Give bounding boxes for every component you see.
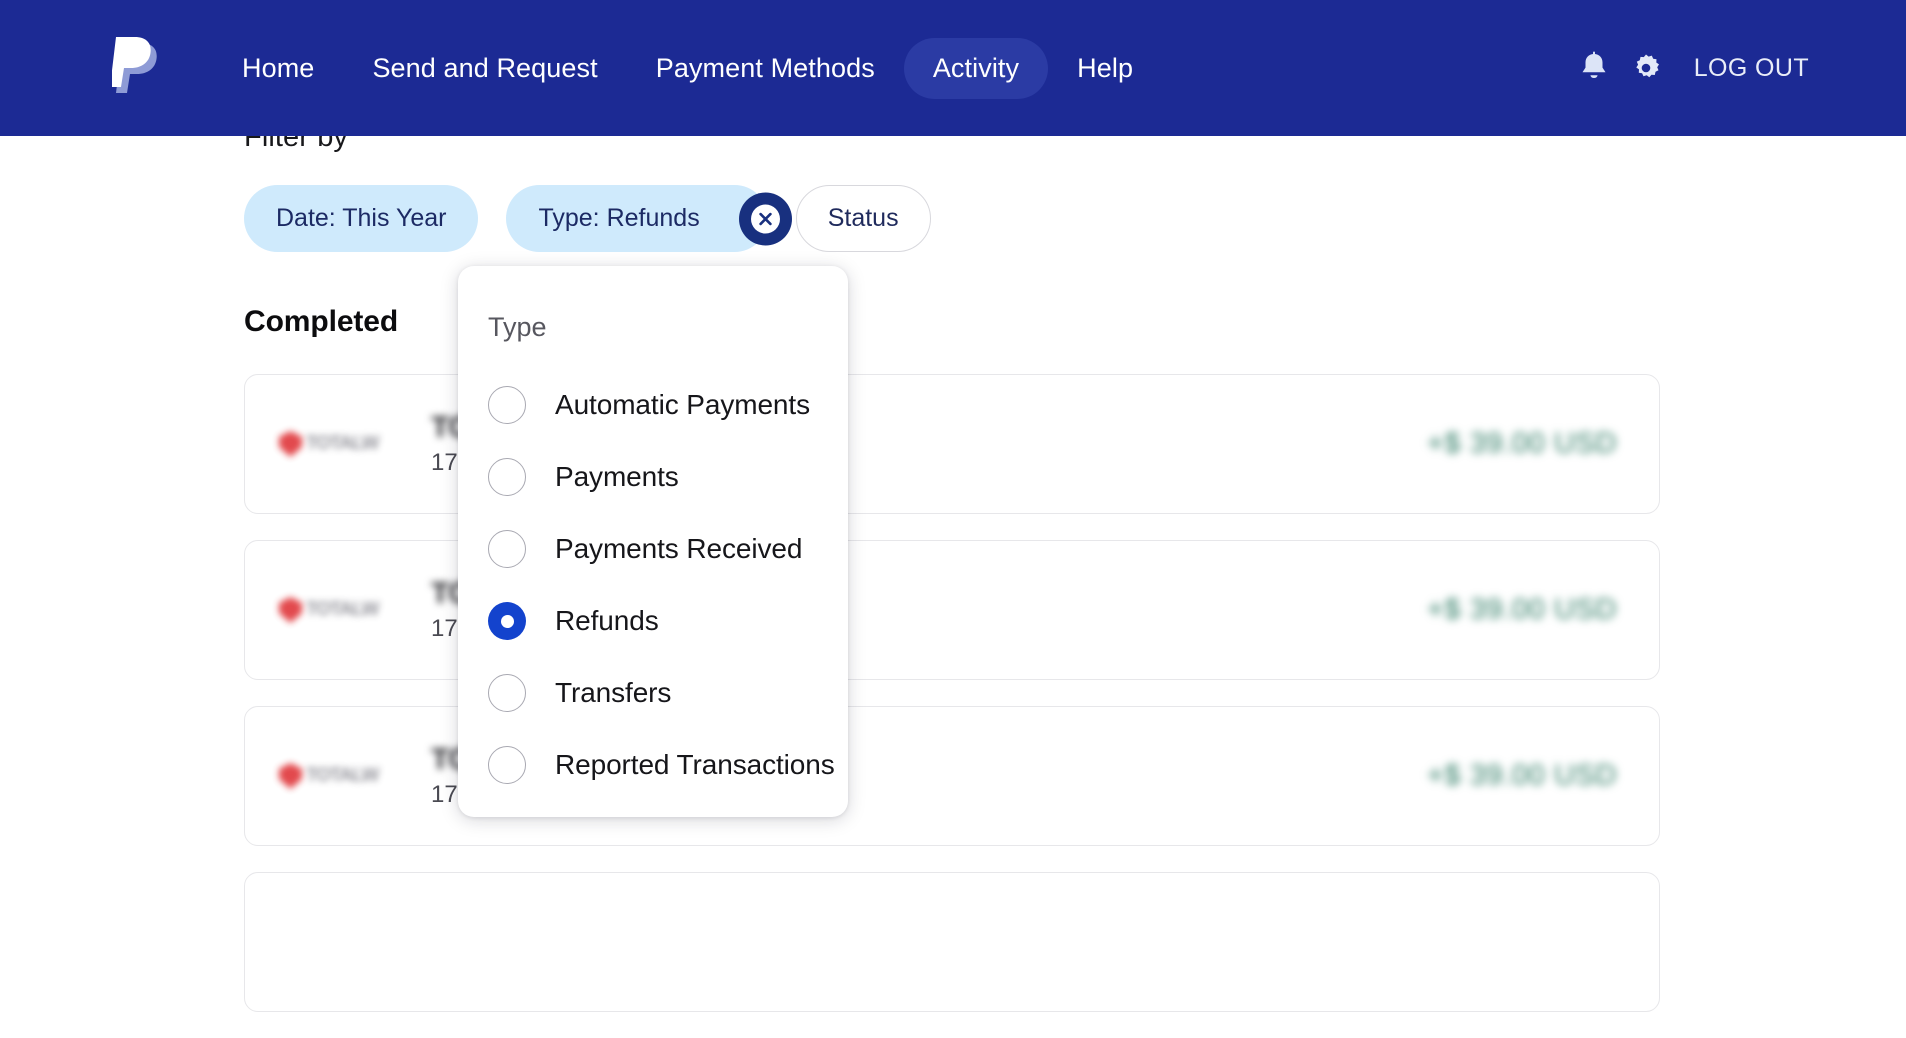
dropdown-option-label: Payments bbox=[555, 461, 679, 493]
merchant-logo-wordmark: TOTALW bbox=[306, 765, 378, 787]
filter-chip-status-label: Status bbox=[828, 204, 899, 233]
logout-button[interactable]: LOG OUT bbox=[1694, 54, 1809, 83]
type-filter-dropdown: Type Automatic Payments Payments Payment… bbox=[458, 266, 848, 817]
radio-icon-selected[interactable] bbox=[488, 602, 526, 640]
transaction-list: TOTALW TOTAL... 17 Aug · R +$ 39.00 USD … bbox=[244, 374, 1660, 1038]
transaction-amount: +$ 39.00 USD bbox=[1427, 428, 1617, 461]
filter-chip-type-label: Type: Refunds bbox=[538, 204, 699, 233]
table-row[interactable]: TOTALW TOTAL... 17 Aug · R +$ 39.00 USD bbox=[244, 374, 1660, 514]
dropdown-option-refunds[interactable]: Refunds bbox=[458, 585, 848, 657]
paypal-logo-icon[interactable] bbox=[112, 35, 168, 101]
dropdown-option-label: Payments Received bbox=[555, 533, 802, 565]
radio-icon[interactable] bbox=[488, 674, 526, 712]
nav-item-send-and-request[interactable]: Send and Request bbox=[343, 38, 626, 99]
filter-chip-status[interactable]: Status bbox=[796, 185, 931, 252]
filter-chip-type[interactable]: Type: Refunds bbox=[506, 185, 767, 252]
dropdown-option-transfers[interactable]: Transfers bbox=[458, 657, 848, 729]
table-row[interactable] bbox=[244, 872, 1660, 1012]
close-glyph-icon bbox=[757, 210, 774, 227]
radio-icon[interactable] bbox=[488, 386, 526, 424]
radio-icon[interactable] bbox=[488, 458, 526, 496]
transaction-amount: +$ 39.00 USD bbox=[1427, 760, 1617, 793]
merchant-logo-wordmark: TOTALW bbox=[306, 433, 378, 455]
dropdown-title: Type bbox=[458, 312, 848, 343]
top-navigation-bar: Home Send and Request Payment Methods Ac… bbox=[0, 0, 1906, 136]
dropdown-option-label: Reported Transactions bbox=[555, 749, 835, 781]
gear-icon[interactable] bbox=[1620, 42, 1672, 94]
merchant-logo-icon: TOTALW bbox=[279, 588, 399, 632]
header-actions: LOG OUT bbox=[1568, 0, 1906, 136]
nav-item-payment-methods[interactable]: Payment Methods bbox=[627, 38, 904, 99]
dropdown-option-label: Automatic Payments bbox=[555, 389, 810, 421]
merchant-logo-icon: TOTALW bbox=[279, 754, 399, 798]
nav-item-activity[interactable]: Activity bbox=[904, 38, 1048, 99]
nav-item-home[interactable]: Home bbox=[213, 38, 343, 99]
filter-chip-date-label: Date: This Year bbox=[276, 204, 446, 233]
radio-icon[interactable] bbox=[488, 530, 526, 568]
merchant-logo-wordmark: TOTALW bbox=[306, 599, 378, 621]
dropdown-option-label: Transfers bbox=[555, 677, 671, 709]
dropdown-option-label: Refunds bbox=[555, 605, 659, 637]
table-row[interactable]: TOTALW TOTAL... 17 Aug · R +$ 39.00 USD bbox=[244, 706, 1660, 846]
dropdown-option-payments-received[interactable]: Payments Received bbox=[458, 513, 848, 585]
nav-item-help[interactable]: Help bbox=[1048, 38, 1162, 99]
dropdown-option-reported-transactions[interactable]: Reported Transactions bbox=[458, 729, 848, 801]
bell-icon[interactable] bbox=[1568, 42, 1620, 94]
dropdown-option-payments[interactable]: Payments bbox=[458, 441, 848, 513]
section-title-completed: Completed bbox=[244, 305, 398, 339]
filter-chip-date[interactable]: Date: This Year bbox=[244, 185, 478, 252]
table-row[interactable]: TOTALW TOTAL... 17 Aug · R +$ 39.00 USD bbox=[244, 540, 1660, 680]
merchant-logo-icon: TOTALW bbox=[279, 422, 399, 466]
filter-chip-row: Date: This Year Type: Refunds Status bbox=[244, 185, 931, 252]
transaction-amount: +$ 39.00 USD bbox=[1427, 594, 1617, 627]
radio-icon[interactable] bbox=[488, 746, 526, 784]
close-icon[interactable] bbox=[739, 192, 792, 245]
dropdown-option-automatic-payments[interactable]: Automatic Payments bbox=[458, 369, 848, 441]
main-nav: Home Send and Request Payment Methods Ac… bbox=[213, 38, 1162, 99]
